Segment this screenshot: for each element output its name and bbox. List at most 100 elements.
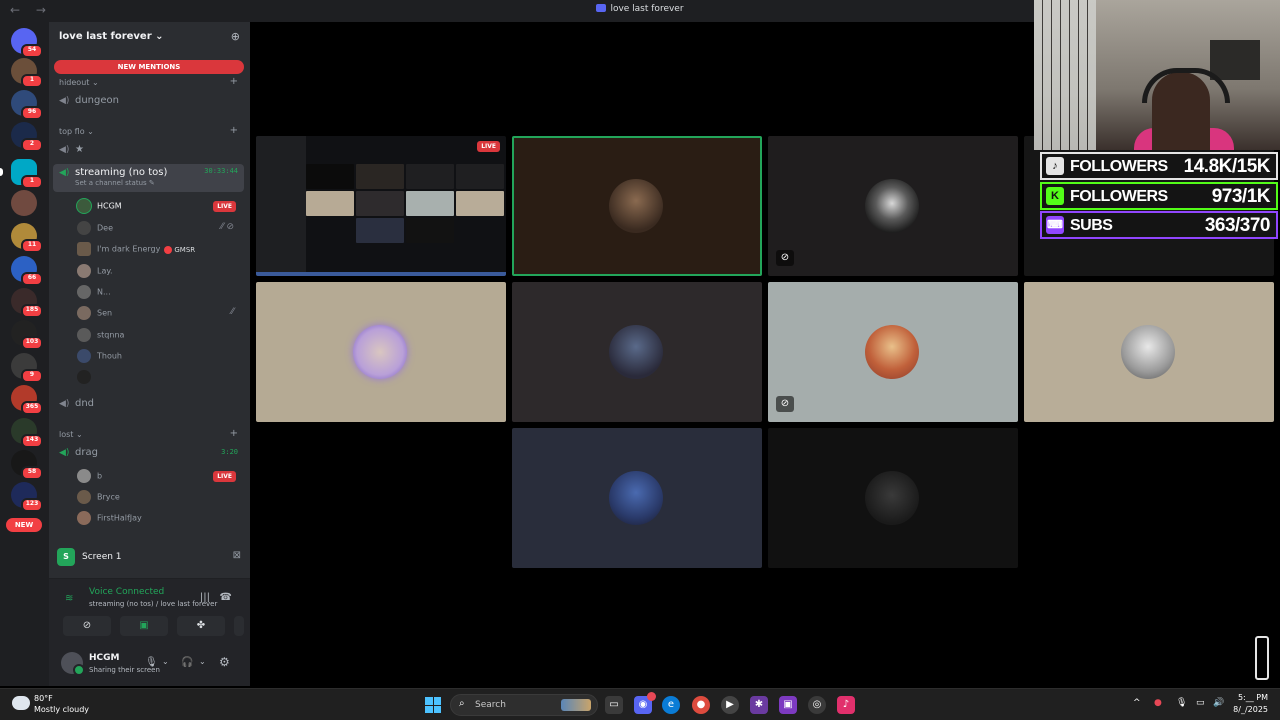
server-icon[interactable]: 1 [11, 58, 43, 88]
media-player-icon[interactable]: ▶ [721, 696, 739, 714]
server-icon[interactable]: 58 [11, 450, 43, 480]
server-icon-active[interactable]: 1 [0, 159, 43, 189]
new-mentions-banner[interactable]: NEW MENTIONS [54, 60, 244, 74]
guild-header[interactable]: love last forever ⌄ ⊕ [49, 22, 250, 52]
add-channel-icon[interactable]: + [230, 428, 238, 439]
channel-label: dnd [75, 398, 95, 409]
participant-tile[interactable] [256, 282, 506, 422]
server-icon[interactable]: 185 [11, 288, 43, 318]
add-channel-icon[interactable]: + [230, 125, 238, 136]
participant-tile[interactable] [1024, 282, 1274, 422]
camera-toggle-button[interactable]: ⊘ [63, 616, 111, 636]
app-icon[interactable]: ▣ [779, 696, 797, 714]
chevron-up-icon[interactable]: ^ [1133, 698, 1141, 708]
disconnect-icon[interactable]: ☎ [220, 592, 232, 603]
weather-temp[interactable]: 80°F [34, 694, 53, 703]
member-row[interactable]: N... [77, 285, 242, 301]
participant-tile[interactable] [512, 428, 762, 568]
channel-streaming[interactable]: ◀) streaming (no tos) 30:33:44 Set a chan… [53, 164, 244, 192]
volume-icon[interactable]: 🔊 [1213, 698, 1224, 708]
avatar[interactable] [61, 652, 85, 676]
channel-dungeon[interactable]: ◀) dungeon [59, 95, 244, 109]
microphone-icon[interactable]: 🎙 [145, 657, 158, 668]
member-row[interactable]: Bryce [77, 490, 242, 506]
server-icon[interactable]: 123 [11, 482, 43, 512]
member-row[interactable]: stqnna [77, 328, 242, 344]
participant-tile[interactable]: ⊘ [768, 136, 1018, 276]
stream-tile[interactable]: LIVE [256, 136, 506, 276]
noise-suppression-icon[interactable]: ||| [200, 592, 210, 603]
member-row[interactable]: I'm dark Energy GMSR [77, 242, 242, 258]
voice-channel-path[interactable]: streaming (no tos) / love last forever [89, 600, 217, 608]
server-icon[interactable]: 143 [11, 418, 43, 448]
server-icon[interactable]: 66 [11, 256, 43, 286]
task-view-icon[interactable]: ▭ [605, 696, 623, 714]
avatar [77, 306, 91, 320]
role-tag: GMSR [164, 245, 195, 254]
weather-desc[interactable]: Mostly cloudy [34, 705, 89, 714]
edge-icon[interactable]: e [662, 696, 680, 714]
screen-share-button[interactable]: ▣ [120, 616, 168, 636]
server-icon[interactable]: 96 [11, 90, 43, 120]
tiktok-app-icon[interactable]: ♪ [837, 696, 855, 714]
user-name[interactable]: HCGM [89, 653, 119, 663]
new-unread-pill[interactable]: NEW [6, 518, 42, 532]
settings-gear-icon[interactable]: ⚙ [219, 655, 230, 669]
category-lost[interactable]: lost ⌄ [59, 430, 83, 439]
soundboard-button[interactable] [234, 616, 244, 636]
cloud-icon[interactable] [12, 696, 30, 710]
server-icon[interactable]: 2 [11, 122, 43, 152]
participant-tile[interactable] [512, 282, 762, 422]
tray-app-icon[interactable]: ● [1154, 698, 1162, 708]
member-row[interactable]: FirstHalfJay [77, 511, 242, 527]
chevron-down-icon[interactable]: ⌄ [162, 657, 169, 666]
voice-status[interactable]: Voice Connected [89, 587, 164, 597]
server-icon[interactable]: 103 [11, 320, 43, 350]
role-dot [164, 245, 173, 254]
discord-app-icon[interactable]: ◉ [634, 692, 656, 714]
invite-icon[interactable]: ⊕ [231, 30, 240, 43]
microphone-tray-icon[interactable]: 🎙 [1176, 698, 1187, 708]
network-icon[interactable]: ▭ [1196, 698, 1205, 708]
channel-dnd[interactable]: ◀) dnd [59, 398, 244, 412]
drag-handle[interactable] [1255, 636, 1269, 680]
app-icon[interactable]: ◎ [808, 696, 826, 714]
speaker-icon: ◀) [59, 399, 70, 409]
member-row[interactable]: b LIVE [77, 469, 242, 485]
chevron-down-icon[interactable]: ⌄ [199, 657, 206, 666]
clock-time[interactable]: 5:__ PM [1238, 693, 1268, 702]
signal-icon[interactable]: ≋ [65, 593, 73, 604]
server-icon[interactable]: 11 [11, 223, 43, 253]
participant-tile[interactable]: ⊘ [768, 282, 1018, 422]
channel-star[interactable]: ◀) ★ [59, 144, 244, 158]
set-channel-status[interactable]: Set a channel status ✎ [75, 179, 238, 187]
taskbar-search[interactable]: ⌕ Search [450, 694, 598, 716]
member-row[interactable] [77, 370, 242, 386]
member-row[interactable]: Thouh [77, 349, 242, 365]
member-row[interactable]: Sen ⁄⁄ [77, 306, 242, 322]
badge: 96 [21, 106, 43, 120]
clock-date[interactable]: 8/_/2025 [1233, 705, 1268, 714]
member-row[interactable]: Lay. [77, 264, 242, 280]
participant-tile[interactable] [768, 428, 1018, 568]
start-button[interactable] [425, 697, 441, 713]
member-row[interactable]: Dee ⁄⁄ ⊘ [77, 221, 242, 237]
category-hideout[interactable]: hideout ⌄ [59, 78, 99, 87]
app-icon[interactable]: ✱ [750, 696, 768, 714]
server-icon[interactable] [11, 190, 37, 216]
member-row[interactable]: HCGM LIVE [77, 199, 242, 215]
guild-name[interactable]: love last forever ⌄ [59, 31, 164, 42]
stop-share-icon[interactable]: ⊠ [233, 550, 241, 561]
chrome-icon[interactable]: ● [692, 696, 710, 714]
kick-icon: K [1046, 187, 1064, 205]
avatar [865, 325, 919, 379]
channel-drag[interactable]: ◀) drag 3:20 [59, 447, 244, 461]
discord-home-icon[interactable]: 54 [11, 28, 43, 58]
add-channel-icon[interactable]: + [230, 76, 238, 87]
category-top-flo[interactable]: top flo ⌄ [59, 127, 94, 136]
server-icon[interactable]: 9 [11, 353, 43, 383]
activities-button[interactable]: ✤ [177, 616, 225, 636]
participant-tile[interactable] [512, 136, 762, 276]
server-icon[interactable]: 365 [11, 385, 43, 415]
headphones-icon[interactable]: 🎧 [181, 657, 193, 668]
